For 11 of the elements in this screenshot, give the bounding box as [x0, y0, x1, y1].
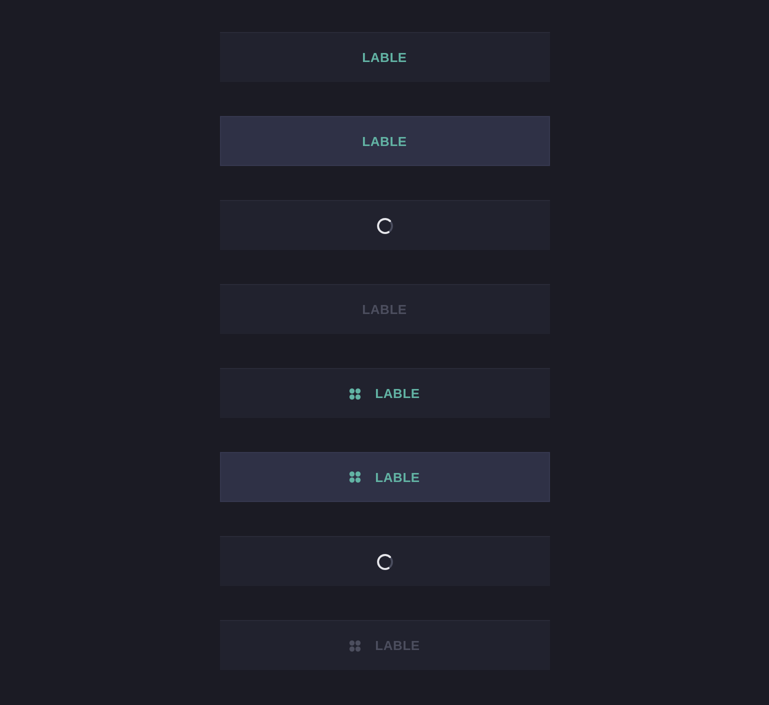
loading-button[interactable]	[220, 536, 550, 586]
label-button[interactable]: LABLE	[220, 452, 550, 502]
spinner-icon	[376, 216, 394, 234]
spinner-icon	[376, 552, 394, 570]
label-button[interactable]: LABLE	[220, 368, 550, 418]
four-dots-icon	[349, 471, 362, 483]
loading-button[interactable]	[220, 200, 550, 250]
label-button[interactable]: LABLE	[220, 32, 550, 82]
label-button[interactable]: LABLE	[220, 116, 550, 166]
four-dots-icon	[349, 640, 362, 652]
four-dots-icon	[349, 388, 362, 400]
